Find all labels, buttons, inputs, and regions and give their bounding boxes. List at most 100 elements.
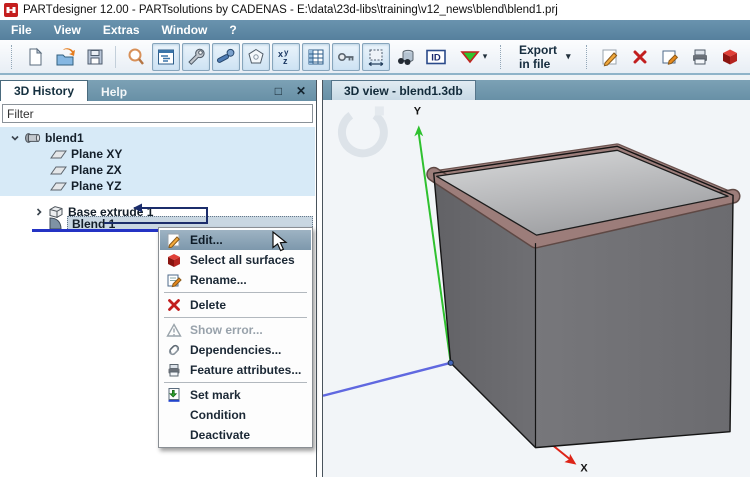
menu-help[interactable]: ? — [218, 20, 247, 40]
menubar: File View Extras Window ? — [0, 20, 750, 40]
tree-item-label: blend1 — [45, 131, 84, 145]
panel-header: 3D History Help □ ✕ — [0, 80, 316, 101]
toolbar-grip[interactable] — [586, 45, 590, 69]
wrench-tool-button[interactable] — [182, 43, 210, 71]
menu-file[interactable]: File — [0, 20, 43, 40]
history-panel-button[interactable] — [152, 43, 180, 71]
open-project-button[interactable] — [51, 43, 79, 71]
save-icon — [85, 47, 105, 67]
export-in-file-label: Export in file — [519, 43, 557, 71]
key-button[interactable] — [332, 43, 360, 71]
partdesigner-window: PARTdesigner 12.00 - PARTsolutions by CA… — [0, 0, 750, 477]
menu-window[interactable]: Window — [151, 20, 219, 40]
menu-item-label: Feature attributes... — [190, 363, 301, 377]
maximize-icon[interactable]: □ — [275, 84, 282, 98]
screw-icon — [216, 47, 236, 67]
dimensioning-icon — [366, 47, 386, 67]
axis-x-label: X — [580, 463, 588, 475]
menu-item-set-mark[interactable]: Set mark — [160, 385, 311, 405]
red-cube-icon — [166, 252, 182, 268]
toolbar: x y z — [0, 40, 750, 75]
3d-scene: Y X — [323, 100, 750, 477]
printer-icon — [690, 47, 710, 67]
3d-canvas[interactable]: Y X — [323, 100, 750, 477]
id-icon: ID — [425, 47, 447, 67]
filter-input[interactable] — [2, 104, 313, 123]
edit-attributes-button[interactable] — [656, 43, 684, 71]
tab-help[interactable]: Help — [88, 82, 140, 101]
screw-button[interactable] — [212, 43, 240, 71]
tree-item-plane-yz[interactable]: Plane YZ — [50, 178, 121, 194]
menu-item-delete[interactable]: Delete — [160, 295, 311, 315]
new-document-icon — [25, 47, 45, 67]
delete-button[interactable] — [626, 43, 654, 71]
menu-item-label: Deactivate — [190, 428, 250, 442]
solid-button[interactable] — [716, 43, 744, 71]
menu-icon-spacer — [166, 407, 182, 423]
sketcher-button[interactable] — [242, 43, 270, 71]
magnifier-icon — [126, 47, 146, 67]
tab-3d-view[interactable]: 3D view - blend1.3db — [331, 80, 476, 100]
menu-item-dependencies[interactable]: Dependencies... — [160, 340, 311, 360]
open-project-icon — [55, 47, 75, 67]
release-status-button[interactable]: ▾ — [452, 43, 494, 71]
zoom-button[interactable] — [122, 43, 150, 71]
attributes-icon — [166, 362, 182, 378]
print-button[interactable] — [686, 43, 714, 71]
save-button[interactable] — [81, 43, 109, 71]
preview-button[interactable] — [392, 43, 420, 71]
chevron-down-icon[interactable] — [10, 133, 20, 143]
close-icon[interactable]: ✕ — [296, 84, 306, 98]
menu-item-feature-attributes[interactable]: Feature attributes... — [160, 360, 311, 380]
menu-item-deactivate[interactable]: Deactivate — [160, 425, 311, 445]
plane-icon — [50, 180, 67, 192]
sketcher-icon — [246, 47, 266, 67]
menu-item-label: Dependencies... — [190, 343, 281, 357]
toolbar-grip[interactable] — [11, 45, 15, 69]
plane-icon — [50, 164, 67, 176]
toolbar-grip[interactable] — [500, 45, 504, 69]
menu-item-select-all-surfaces[interactable]: Select all surfaces — [160, 250, 311, 270]
release-triangle-icon — [459, 47, 481, 67]
history-tree: blend1 Plane XY Plane ZX Plane YZ — [0, 126, 315, 477]
pencil-icon — [166, 232, 182, 248]
menu-item-label: Delete — [190, 298, 226, 312]
preview-glasses-icon — [396, 47, 416, 67]
edit-button[interactable] — [596, 43, 624, 71]
key-icon — [336, 47, 356, 67]
part-icon — [24, 131, 41, 145]
delete-x-icon — [630, 47, 650, 67]
menu-item-edit[interactable]: Edit... — [160, 230, 311, 250]
tree-item-label: Plane XY — [71, 147, 122, 161]
menu-view[interactable]: View — [43, 20, 92, 40]
menu-item-label: Set mark — [190, 388, 241, 402]
new-document-button[interactable] — [21, 43, 49, 71]
id-button[interactable]: ID — [422, 43, 450, 71]
history-panel: 3D History Help □ ✕ — [0, 80, 317, 477]
menu-item-show-error[interactable]: Show error... — [160, 320, 311, 340]
tree-item-blend1[interactable]: blend1 — [10, 130, 84, 146]
axis-y-label: Y — [414, 105, 422, 117]
edit-pencil-icon — [600, 47, 620, 67]
warning-icon — [166, 322, 182, 338]
variables-button[interactable]: x y z — [272, 43, 300, 71]
tree-item-plane-xy[interactable]: Plane XY — [50, 146, 122, 162]
menu-extras[interactable]: Extras — [92, 20, 151, 40]
tab-3d-history[interactable]: 3D History — [0, 80, 88, 101]
menu-icon-spacer — [166, 427, 182, 443]
xyz-z: z — [283, 56, 288, 66]
menu-item-rename[interactable]: Rename... — [160, 270, 311, 290]
menu-item-label: Show error... — [190, 323, 263, 337]
import-button[interactable] — [746, 43, 750, 71]
menu-item-label: Rename... — [190, 273, 247, 287]
dimensioning-button[interactable] — [362, 43, 390, 71]
table-button[interactable] — [302, 43, 330, 71]
edit-attributes-icon — [660, 47, 680, 67]
menu-separator — [164, 317, 307, 318]
menu-item-condition[interactable]: Condition — [160, 405, 311, 425]
export-in-file-button[interactable]: Export in file ▾ — [510, 39, 580, 75]
link-icon — [166, 342, 182, 358]
dropdown-caret-icon: ▾ — [566, 51, 571, 62]
tree-item-plane-zx[interactable]: Plane ZX — [50, 162, 122, 178]
chevron-right-icon[interactable] — [34, 207, 44, 217]
